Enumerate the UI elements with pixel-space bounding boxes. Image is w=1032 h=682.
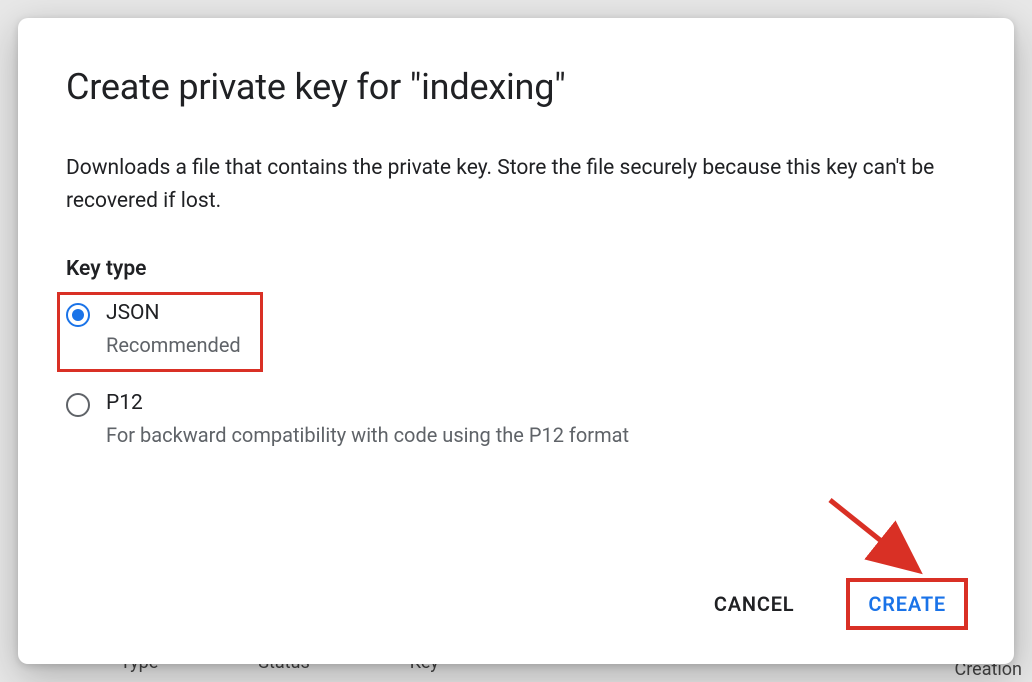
create-button[interactable]: CREATE [848,580,966,628]
radio-circle-icon [66,303,90,327]
radio-option-json[interactable]: JSON Recommended [60,295,260,369]
radio-circle-icon [66,393,90,417]
radio-json-title: JSON [106,301,241,325]
key-type-label: Key type [66,257,966,281]
cancel-button[interactable]: CANCEL [694,580,815,628]
dialog-actions: CANCEL CREATE [66,560,966,628]
key-type-radio-group: JSON Recommended P12 For backward compat… [66,295,966,451]
radio-p12-title: P12 [106,391,629,415]
radio-content: P12 For backward compatibility with code… [106,391,629,447]
radio-json-subtitle: Recommended [106,333,241,357]
radio-p12-subtitle: For backward compatibility with code usi… [106,423,629,447]
create-private-key-dialog: Create private key for "indexing" Downlo… [18,18,1014,664]
dialog-description: Downloads a file that contains the priva… [66,152,946,217]
radio-option-p12[interactable]: P12 For backward compatibility with code… [66,387,966,451]
create-button-highlight: CREATE [848,580,966,628]
dialog-title: Create private key for "indexing" [66,66,966,108]
radio-content: JSON Recommended [106,301,241,357]
